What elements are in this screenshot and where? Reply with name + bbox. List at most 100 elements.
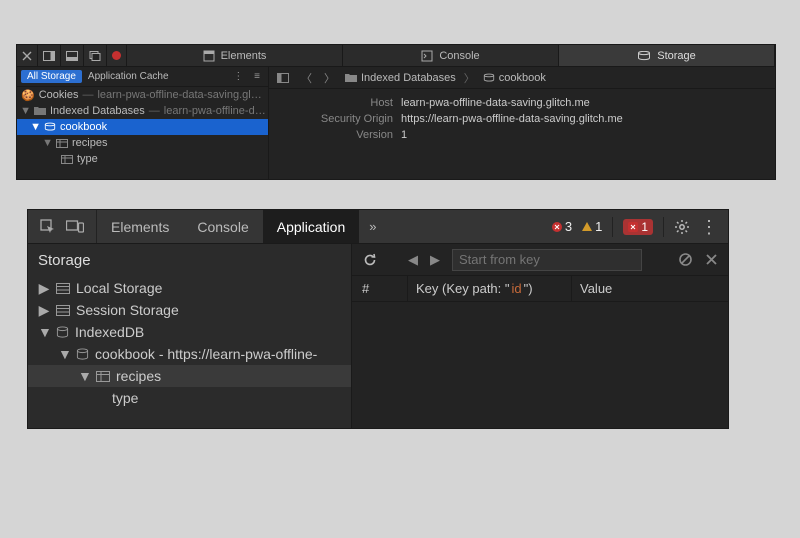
device-toggle-icon[interactable] (66, 220, 84, 234)
delete-selected-icon[interactable] (705, 253, 718, 266)
tab-storage-label: Storage (657, 50, 696, 62)
error-icon (552, 222, 562, 232)
toggle-sidebar-icon[interactable] (275, 73, 291, 83)
storage-filterbar: All Storage Application Cache ⋮ ≡ (17, 67, 268, 87)
issues-count-value: 1 (641, 220, 648, 234)
tree-indexed-databases[interactable]: ▼ Indexed Databases — learn-pwa-offline-… (17, 103, 268, 119)
chevron-down-icon: ▼ (38, 324, 50, 340)
storage-icon (56, 283, 70, 294)
breadcrumb-root[interactable]: Indexed Databases (345, 72, 456, 84)
safari-devtools-panel: Elements Console Storage All Storage App… (16, 44, 776, 180)
tree-indexeddb-label: IndexedDB (75, 324, 144, 340)
folder-icon (345, 73, 357, 83)
tree-session-storage[interactable]: ▶ Session Storage (28, 299, 351, 321)
tree-session-storage-label: Session Storage (76, 302, 179, 318)
issues-icon (628, 222, 638, 232)
safari-tabbar: Elements Console Storage (17, 45, 775, 67)
start-from-key-input[interactable] (452, 249, 642, 271)
chevron-right-icon: ▶ (38, 280, 50, 297)
close-icon[interactable] (17, 45, 38, 66)
filter-application-cache[interactable]: Application Cache (86, 71, 171, 82)
tree-db-label: cookbook - https://learn-pwa-offline- (95, 346, 317, 362)
breadcrumb-bar: 〈 〉 Indexed Databases 〉 cookbook (269, 67, 775, 89)
folder-icon (34, 106, 46, 116)
tree-index-type[interactable]: type (28, 387, 351, 409)
col-key[interactable]: Key (Key path: "id") (408, 276, 572, 301)
nav-back-icon[interactable]: 〈 (299, 70, 314, 86)
tab-console[interactable]: Console (343, 45, 559, 66)
clear-store-icon[interactable] (678, 252, 693, 267)
database-icon (483, 73, 495, 83)
tree-idb-label: Indexed Databases (50, 105, 145, 117)
tree-idb-site: learn-pwa-offline-dat… (164, 105, 268, 117)
filter-more-icon[interactable]: ⋮ ≡ (233, 71, 264, 82)
tree-cookies-label: Cookies (39, 89, 79, 101)
tree-db-label: cookbook (60, 121, 107, 133)
detail-version-key: Version (281, 129, 401, 145)
detail-host-value: learn-pwa-offline-data-saving.glitch.me (401, 97, 590, 113)
breadcrumb-db[interactable]: cookbook (483, 72, 546, 84)
error-badge[interactable] (107, 45, 127, 66)
breadcrumb-db-label: cookbook (499, 72, 546, 84)
tree-local-storage-label: Local Storage (76, 280, 162, 296)
tab-application[interactable]: Application (263, 210, 360, 243)
tab-storage[interactable]: Storage (559, 45, 775, 66)
chrome-tabbar: Elements Console Application » 3 1 1 ⋮ (28, 210, 728, 244)
chevron-down-icon: ▼ (58, 346, 70, 362)
tree-index-label: type (112, 390, 138, 406)
next-page-icon[interactable]: ▶ (430, 252, 440, 268)
tree-cookies-site: learn-pwa-offline-data-saving.gl… (97, 89, 261, 101)
tree-store-recipes[interactable]: ▼ recipes (17, 135, 268, 151)
tree-indexeddb[interactable]: ▼ IndexedDB (28, 321, 351, 343)
refresh-icon[interactable] (362, 252, 378, 268)
tree-db-cookbook[interactable]: ▼ cookbook (17, 119, 268, 135)
elements-icon (203, 50, 215, 62)
detail-origin-value: https://learn-pwa-offline-data-saving.gl… (401, 113, 623, 129)
db-details: Hostlearn-pwa-offline-data-saving.glitch… (269, 89, 775, 179)
chevron-down-icon: ▼ (78, 368, 90, 384)
filter-all-storage[interactable]: All Storage (21, 70, 82, 83)
detail-origin-key: Security Origin (281, 113, 401, 129)
chrome-devtools-panel: Elements Console Application » 3 1 1 ⋮ (28, 210, 728, 428)
storage-detail-panel: 〈 〉 Indexed Databases 〉 cookbook Hostlea… (269, 67, 775, 179)
col-index[interactable]: # (352, 276, 408, 301)
idb-data-grid[interactable] (352, 302, 728, 428)
col-value[interactable]: Value (572, 276, 728, 301)
storage-sidebar: All Storage Application Cache ⋮ ≡ 🍪 Cook… (17, 67, 269, 179)
inspect-icon[interactable] (40, 219, 56, 235)
tab-console[interactable]: Console (183, 210, 262, 243)
settings-icon[interactable] (674, 219, 690, 235)
tree-store-label: recipes (72, 137, 107, 149)
tree-local-storage[interactable]: ▶ Local Storage (28, 277, 351, 299)
tree-store-label: recipes (116, 368, 161, 384)
tree-index-label: type (77, 153, 98, 165)
breadcrumb-separator: 〉 (464, 70, 475, 86)
chevron-down-icon: ▼ (43, 137, 52, 149)
detail-version-value: 1 (401, 129, 407, 145)
tab-console-label: Console (197, 219, 248, 235)
prev-page-icon[interactable]: ◀ (408, 252, 418, 268)
application-sidebar: Storage ▶ Local Storage ▶ Session Storag… (28, 244, 352, 428)
issues-count[interactable]: 1 (623, 219, 653, 235)
dock-side-icon[interactable] (38, 45, 61, 66)
tree-cookies[interactable]: 🍪 Cookies — learn-pwa-offline-data-savin… (17, 87, 268, 103)
tab-console-label: Console (439, 50, 479, 62)
tab-elements[interactable]: Elements (127, 45, 343, 66)
table-icon (61, 155, 73, 164)
warning-count[interactable]: 1 (582, 219, 602, 234)
stacked-panels-icon[interactable] (84, 45, 107, 66)
chevron-down-icon: ▼ (31, 121, 40, 133)
dock-bottom-icon[interactable] (61, 45, 84, 66)
more-tabs-icon[interactable]: » (359, 210, 386, 243)
tab-elements[interactable]: Elements (97, 210, 183, 243)
tree-index-type[interactable]: type (17, 151, 268, 167)
tree-store-recipes[interactable]: ▼ recipes (28, 365, 351, 387)
storage-tree: 🍪 Cookies — learn-pwa-offline-data-savin… (17, 87, 268, 179)
storage-icon (637, 51, 651, 61)
database-icon (44, 122, 56, 132)
nav-forward-icon[interactable]: 〉 (322, 70, 337, 86)
error-count[interactable]: 3 (552, 219, 572, 234)
tree-db-cookbook[interactable]: ▼ cookbook - https://learn-pwa-offline- (28, 343, 351, 365)
console-icon (421, 50, 433, 62)
separator (663, 217, 664, 237)
